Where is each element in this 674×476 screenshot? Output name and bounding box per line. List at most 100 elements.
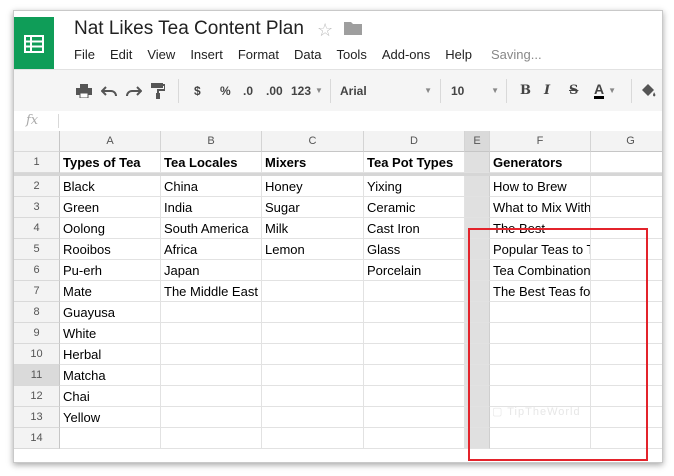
cell-a6[interactable]: Pu-erh <box>60 260 161 281</box>
cell-e12[interactable] <box>465 386 490 407</box>
row-header-2[interactable]: 2 <box>14 176 60 197</box>
cell-e2[interactable] <box>465 176 490 197</box>
cell-c1[interactable]: Mixers <box>262 152 364 173</box>
cell-a10[interactable]: Herbal <box>60 344 161 365</box>
cell-d6[interactable]: Porcelain <box>364 260 465 281</box>
cell-g7[interactable] <box>591 281 662 302</box>
cell-g9[interactable] <box>591 323 662 344</box>
cell-d1[interactable]: Tea Pot Types <box>364 152 465 173</box>
menu-tools[interactable]: Tools <box>336 47 366 62</box>
column-header-c[interactable]: C <box>262 131 364 152</box>
cell-d4[interactable]: Cast Iron <box>364 218 465 239</box>
paint-format-icon[interactable] <box>151 70 165 111</box>
menu-view[interactable]: View <box>147 47 175 62</box>
cell-e8[interactable] <box>465 302 490 323</box>
cell-e11[interactable] <box>465 365 490 386</box>
cell-d5[interactable]: Glass <box>364 239 465 260</box>
cell-g2[interactable] <box>591 176 662 197</box>
currency-button[interactable]: $ <box>194 70 201 111</box>
cell-f1[interactable]: Generators <box>490 152 591 173</box>
cell-e9[interactable] <box>465 323 490 344</box>
cell-c4[interactable]: Milk <box>262 218 364 239</box>
cell-d2[interactable]: Yixing <box>364 176 465 197</box>
text-color-dropdown[interactable]: A ▼ <box>594 70 616 111</box>
cell-g11[interactable] <box>591 365 662 386</box>
cell-e13[interactable] <box>465 407 490 428</box>
font-size-dropdown[interactable]: 10 ▼ <box>451 70 499 111</box>
cell-g1[interactable] <box>591 152 662 173</box>
cell-b7[interactable]: The Middle East <box>161 281 262 302</box>
row-header-12[interactable]: 12 <box>14 386 60 407</box>
cell-b3[interactable]: India <box>161 197 262 218</box>
cell-f4[interactable]: The Best <box>490 218 591 239</box>
menu-insert[interactable]: Insert <box>190 47 223 62</box>
frozen-row-divider[interactable] <box>14 173 662 176</box>
menu-help[interactable]: Help <box>445 47 472 62</box>
cell-f9[interactable] <box>490 323 591 344</box>
menu-file[interactable]: File <box>74 47 95 62</box>
cell-g14[interactable] <box>591 428 662 449</box>
cell-g6[interactable] <box>591 260 662 281</box>
column-header-b[interactable]: B <box>161 131 262 152</box>
sheets-logo-icon[interactable] <box>14 17 54 71</box>
row-header-8[interactable]: 8 <box>14 302 60 323</box>
cell-g4[interactable] <box>591 218 662 239</box>
row-header-10[interactable]: 10 <box>14 344 60 365</box>
cell-g13[interactable] <box>591 407 662 428</box>
folder-icon[interactable] <box>344 21 362 35</box>
cell-b8[interactable] <box>161 302 262 323</box>
cell-d9[interactable] <box>364 323 465 344</box>
row-header-13[interactable]: 13 <box>14 407 60 428</box>
row-header-6[interactable]: 6 <box>14 260 60 281</box>
cell-c2[interactable]: Honey <box>262 176 364 197</box>
cell-b5[interactable]: Africa <box>161 239 262 260</box>
row-header-14[interactable]: 14 <box>14 428 60 449</box>
cell-b13[interactable] <box>161 407 262 428</box>
document-title[interactable]: Nat Likes Tea Content Plan <box>74 18 304 40</box>
redo-icon[interactable] <box>126 70 142 111</box>
cell-a12[interactable]: Chai <box>60 386 161 407</box>
cell-e7[interactable] <box>465 281 490 302</box>
cell-b10[interactable] <box>161 344 262 365</box>
cell-e4[interactable] <box>465 218 490 239</box>
menu-addons[interactable]: Add-ons <box>382 47 430 62</box>
cell-c8[interactable] <box>262 302 364 323</box>
formula-input[interactable] <box>64 111 654 131</box>
cell-c11[interactable] <box>262 365 364 386</box>
cell-c9[interactable] <box>262 323 364 344</box>
cell-a2[interactable]: Black <box>60 176 161 197</box>
cell-c6[interactable] <box>262 260 364 281</box>
cell-b4[interactable]: South America <box>161 218 262 239</box>
cell-d14[interactable] <box>364 428 465 449</box>
cell-d13[interactable] <box>364 407 465 428</box>
cell-b14[interactable] <box>161 428 262 449</box>
cell-c7[interactable] <box>262 281 364 302</box>
cell-f6[interactable]: Tea Combinations <box>490 260 591 281</box>
row-header-11[interactable]: 11 <box>14 365 60 386</box>
cell-f12[interactable] <box>490 386 591 407</box>
row-header-4[interactable]: 4 <box>14 218 60 239</box>
cell-c14[interactable] <box>262 428 364 449</box>
cell-a9[interactable]: White <box>60 323 161 344</box>
cell-d7[interactable] <box>364 281 465 302</box>
cell-g12[interactable] <box>591 386 662 407</box>
cell-a8[interactable]: Guayusa <box>60 302 161 323</box>
cell-a3[interactable]: Green <box>60 197 161 218</box>
cell-f8[interactable] <box>490 302 591 323</box>
strikethrough-button[interactable]: S <box>569 70 578 111</box>
cell-a4[interactable]: Oolong <box>60 218 161 239</box>
row-header-7[interactable]: 7 <box>14 281 60 302</box>
cell-e14[interactable] <box>465 428 490 449</box>
cell-c5[interactable]: Lemon <box>262 239 364 260</box>
number-format-dropdown[interactable]: 123 ▼ <box>291 70 323 111</box>
cell-d10[interactable] <box>364 344 465 365</box>
menu-edit[interactable]: Edit <box>110 47 132 62</box>
cell-f7[interactable]: The Best Teas for a <box>490 281 591 302</box>
cell-c10[interactable] <box>262 344 364 365</box>
row-header-9[interactable]: 9 <box>14 323 60 344</box>
bold-button[interactable]: B <box>520 70 531 111</box>
cell-e5[interactable] <box>465 239 490 260</box>
row-header-1[interactable]: 1 <box>14 152 60 173</box>
cell-e1[interactable] <box>465 152 490 173</box>
cell-a1[interactable]: Types of Tea <box>60 152 161 173</box>
